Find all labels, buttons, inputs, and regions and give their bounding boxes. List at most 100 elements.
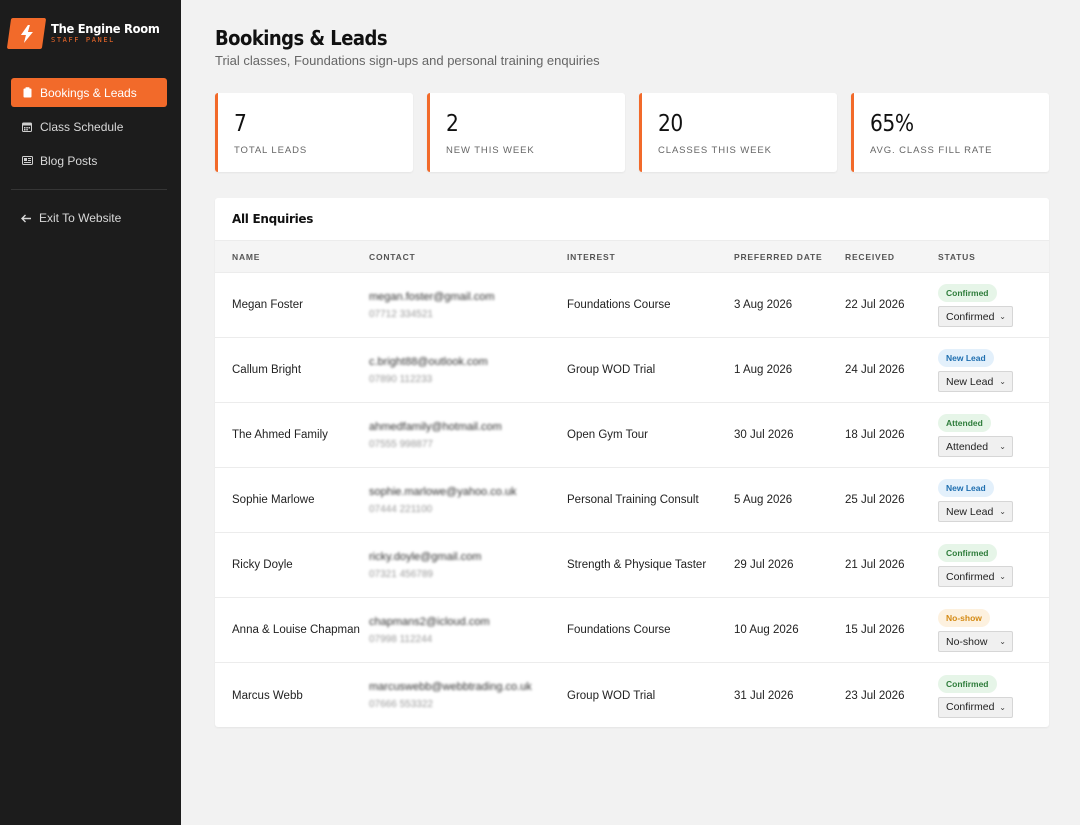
sidebar-item-label: Bookings & Leads (40, 85, 137, 100)
stat-card-total-leads: 7 TOTAL LEADS (215, 93, 413, 172)
lead-interest: Foundations Course (567, 299, 671, 311)
lightning-bolt-icon (6, 18, 47, 49)
preferred-date: 29 Jul 2026 (734, 559, 794, 571)
status-select[interactable]: No-show ⌄ (938, 631, 1013, 652)
table-row[interactable]: Callum Bright c.bright88@outlook.com 07890… (215, 338, 1049, 403)
sidebar-item-label: Class Schedule (40, 119, 124, 134)
status-cell: Attended Attended ⌄ (938, 413, 1038, 457)
status-select-value: New Lead (946, 505, 994, 518)
table-body: Megan Foster megan.foster@gmail.com 07712 … (215, 273, 1049, 727)
status-select-value: New Lead (946, 375, 994, 388)
status-select[interactable]: Confirmed ⌄ (938, 566, 1013, 587)
status-cell: No-show No-show ⌄ (938, 608, 1038, 652)
lead-phone[interactable]: 07444 221100 (369, 504, 567, 515)
preferred-date: 3 Aug 2026 (734, 299, 793, 311)
exit-label: Exit To Website (39, 211, 122, 225)
lead-phone[interactable]: 07555 998877 (369, 439, 567, 450)
status-badge: New Lead (938, 349, 994, 367)
table-row[interactable]: Sophie Marlowe sophie.marlowe@yahoo.co.uk… (215, 468, 1049, 533)
arrow-left-icon (21, 214, 32, 223)
brand-title: The Engine Room (51, 20, 160, 36)
preferred-date: 10 Aug 2026 (734, 624, 799, 636)
table-row[interactable]: Ricky Doyle ricky.doyle@gmail.com 07321 45… (215, 533, 1049, 598)
lead-email[interactable]: ahmedfamily@hotmail.com (369, 421, 567, 433)
received-date: 23 Jul 2026 (845, 689, 905, 702)
stats-row: 7 TOTAL LEADS 2 NEW THIS WEEK 20 CLASSES… (215, 93, 1049, 172)
status-select[interactable]: Confirmed ⌄ (938, 306, 1013, 327)
stat-value: 2 (446, 111, 459, 137)
lead-email[interactable]: ricky.doyle@gmail.com (369, 551, 567, 563)
contact-cell: megan.foster@gmail.com 07712 334521 (369, 291, 567, 320)
status-select-value: Confirmed (946, 570, 995, 583)
received-date: 18 Jul 2026 (845, 429, 905, 441)
exit-to-website-link[interactable]: Exit To Website (21, 211, 121, 225)
stat-label: TOTAL LEADS (234, 145, 308, 156)
lead-phone[interactable]: 07666 553322 (369, 699, 567, 710)
status-select[interactable]: Attended ⌄ (938, 436, 1013, 457)
lead-phone[interactable]: 07712 334521 (369, 309, 567, 320)
chevron-down-icon: ⌄ (999, 377, 1006, 386)
lead-email[interactable]: marcuswebb@webbtrading.co.uk (369, 681, 567, 693)
lead-interest: Group WOD Trial (567, 689, 656, 702)
lead-email[interactable]: megan.foster@gmail.com (369, 291, 567, 303)
received-date: 25 Jul 2026 (845, 494, 905, 506)
logo[interactable]: The Engine Room STAFF PANEL (6, 18, 169, 49)
contact-cell: ricky.doyle@gmail.com 07321 456789 (369, 551, 567, 580)
status-cell: Confirmed Confirmed ⌄ (938, 283, 1038, 327)
status-cell: Confirmed Confirmed ⌄ (938, 674, 1038, 718)
sidebar-divider (11, 189, 167, 190)
chevron-down-icon: ⌄ (999, 702, 1006, 712)
column-header: CONTACT (369, 251, 416, 262)
sidebar-item-label: Blog Posts (40, 153, 98, 168)
status-cell: Confirmed Confirmed ⌄ (938, 543, 1038, 587)
preferred-date: 30 Jul 2026 (734, 429, 794, 441)
stat-value: 65% (870, 111, 914, 137)
status-cell: New Lead New Lead ⌄ (938, 478, 1038, 522)
status-select[interactable]: New Lead ⌄ (938, 371, 1013, 392)
lead-name: Anna & Louise Chapman (232, 624, 360, 636)
chevron-down-icon: ⌄ (999, 507, 1006, 516)
table-row[interactable]: Anna & Louise Chapman chapmans2@icloud.co… (215, 598, 1049, 663)
preferred-date: 31 Jul 2026 (734, 689, 794, 702)
received-date: 22 Jul 2026 (845, 299, 905, 311)
stat-card-new-this-week: 2 NEW THIS WEEK (427, 93, 625, 172)
contact-cell: chapmans2@icloud.com 07998 112244 (369, 616, 567, 645)
table-row[interactable]: Megan Foster megan.foster@gmail.com 07712 … (215, 273, 1049, 338)
preferred-date: 5 Aug 2026 (734, 494, 793, 506)
sidebar-item-blog-posts[interactable]: Blog Posts (11, 146, 167, 175)
lead-email[interactable]: chapmans2@icloud.com (369, 616, 567, 628)
lead-interest: Open Gym Tour (567, 429, 648, 441)
lead-interest: Group WOD Trial (567, 364, 656, 376)
lead-name: Megan Foster (232, 299, 303, 311)
contact-cell: ahmedfamily@hotmail.com 07555 998877 (369, 421, 567, 450)
lead-phone[interactable]: 07890 112233 (369, 374, 567, 385)
status-select[interactable]: New Lead ⌄ (938, 501, 1013, 522)
lead-phone[interactable]: 07998 112244 (369, 634, 567, 645)
column-header: INTEREST (567, 251, 616, 262)
table-row[interactable]: The Ahmed Family ahmedfamily@hotmail.com 0… (215, 403, 1049, 468)
page-subtitle: Trial classes, Foundations sign-ups and … (215, 53, 600, 68)
sidebar-item-bookings-leads[interactable]: Bookings & Leads (11, 78, 167, 107)
received-date: 15 Jul 2026 (845, 624, 905, 636)
status-badge: New Lead (938, 479, 994, 497)
status-select-value: Confirmed (946, 310, 995, 323)
sidebar-item-class-schedule[interactable]: Class Schedule (11, 112, 167, 141)
table-row[interactable]: Marcus Webb marcuswebb@webbtrading.co.uk 0… (215, 663, 1049, 727)
status-select[interactable]: Confirmed ⌄ (938, 696, 1013, 718)
lead-interest: Foundations Course (567, 624, 671, 636)
newspaper-icon (21, 155, 33, 167)
status-badge: Confirmed (938, 674, 997, 693)
lead-email[interactable]: sophie.marlowe@yahoo.co.uk (369, 486, 567, 498)
chevron-down-icon: ⌄ (999, 312, 1006, 321)
calendar-icon (21, 121, 33, 133)
clipboard-icon (21, 87, 33, 99)
lead-name: Ricky Doyle (232, 559, 293, 571)
lead-email[interactable]: c.bright88@outlook.com (369, 356, 567, 368)
stat-label: CLASSES THIS WEEK (658, 145, 772, 156)
chevron-down-icon: ⌄ (999, 572, 1006, 581)
lead-phone[interactable]: 07321 456789 (369, 569, 567, 580)
lead-interest: Personal Training Consult (567, 494, 699, 506)
status-select-value: Confirmed (946, 701, 995, 713)
page-title: Bookings & Leads (215, 26, 388, 50)
stat-card-classes-this-week: 20 CLASSES THIS WEEK (639, 93, 837, 172)
